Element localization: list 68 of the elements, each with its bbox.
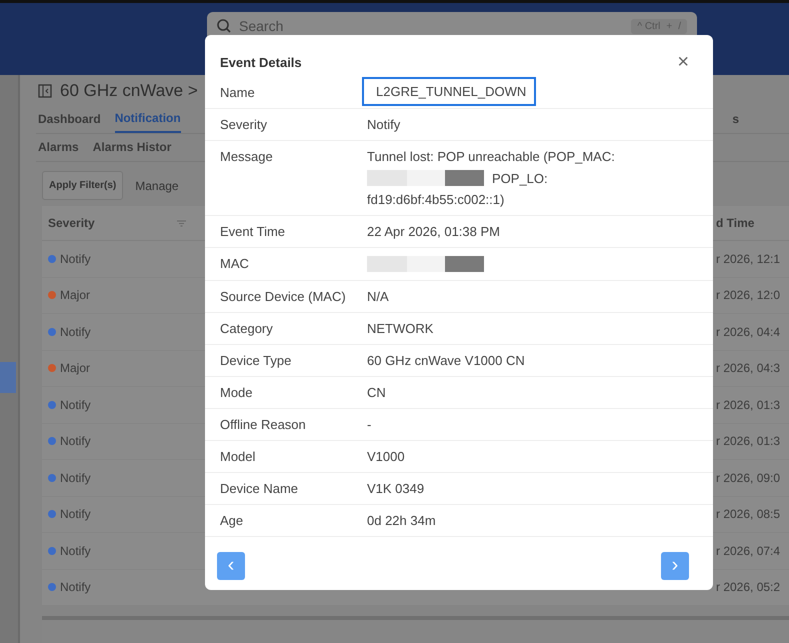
field-label: Age <box>220 513 244 528</box>
sidebar-item[interactable] <box>0 362 16 393</box>
field-label: Model <box>220 449 256 464</box>
field-value: POP_LO: <box>492 170 548 186</box>
field-value: V1K 0349 <box>367 481 424 496</box>
field-label: Event Time <box>220 224 286 239</box>
field-value: Tunnel lost: POP unreachable (POP_MAC: <box>367 149 615 164</box>
field-label: MAC <box>220 256 250 271</box>
tab[interactable]: Dashboard <box>38 106 101 132</box>
field-value: CN <box>367 385 386 400</box>
dialog-title: Event Details <box>220 54 302 70</box>
tab[interactable]: s <box>732 112 739 126</box>
collapse-icon[interactable] <box>38 84 52 98</box>
previous-button[interactable]: ‹ <box>217 552 245 580</box>
severity-text: Notify <box>60 544 91 558</box>
severity-text: Major <box>60 361 90 376</box>
field-label: Severity <box>220 117 268 132</box>
subtab[interactable]: Alarms <box>38 140 79 154</box>
severity-text: Notify <box>60 252 91 266</box>
table-cell-text: r 2026, 05:2 <box>716 580 782 594</box>
field-label: Device Type <box>220 353 292 368</box>
field-label: Category <box>220 321 274 336</box>
field-value: V1000 <box>367 449 405 464</box>
field-label: Message <box>220 149 274 164</box>
severity-text: Notify <box>60 580 91 594</box>
severity-text: Notify <box>60 470 91 485</box>
table-cell-text: r 2026, 08:5 <box>716 507 782 522</box>
search-field[interactable]: Search <box>239 14 624 38</box>
field-value: 60 GHz cnWave V1000 CN <box>367 353 525 368</box>
table-cell-text: r 2026, 12:1 <box>716 252 782 266</box>
severity-text: Notify <box>60 398 91 412</box>
field-value: 0d 22h 34m <box>367 513 436 528</box>
column-header: Severity <box>48 216 95 230</box>
field-value: N/A <box>367 289 389 304</box>
table-cell-text: r 2026, 09:0 <box>716 470 782 485</box>
table-cell-text: r 2026, 01:3 <box>716 398 782 412</box>
field-value: NETWORK <box>367 321 434 336</box>
severity-text: Notify <box>60 507 91 522</box>
field-value: Notify <box>367 117 400 132</box>
page-title: 60 GHz cnWave > <box>60 81 198 102</box>
tab[interactable]: Notification <box>114 105 181 134</box>
shortcut-key: / <box>678 20 681 32</box>
field-label: Mode <box>220 385 254 400</box>
field-label: Device Name <box>220 481 300 496</box>
severity-text: Notify <box>60 434 91 448</box>
apply-filter-button[interactable]: Apply Filter(s) <box>42 171 124 200</box>
subtab[interactable]: Alarms Histor <box>92 140 172 154</box>
field-value: - <box>367 417 372 432</box>
table-cell-text: r 2026, 12:0 <box>716 288 782 302</box>
field-value: fd19:d6bf:4b55:c002::1) <box>367 192 504 207</box>
table-cell-text: r 2026, 01:3 <box>716 434 782 448</box>
field-value: L2GRE_TUNNEL_DOWN <box>376 84 526 99</box>
close-button[interactable]: × <box>675 52 691 72</box>
severity-text: Major <box>60 288 90 302</box>
manage-link[interactable]: Manage <box>135 178 179 193</box>
filter-icon[interactable] <box>177 220 186 227</box>
field-label: Source Device (MAC) <box>220 289 347 304</box>
column-header: d Time <box>716 216 756 230</box>
severity-text: Notify <box>60 324 91 339</box>
table-cell-text: r 2026, 04:3 <box>716 361 782 376</box>
field-label: Offline Reason <box>220 417 307 432</box>
field-value: 22 Apr 2026, 01:38 PM <box>367 224 500 239</box>
table-cell-text: r 2026, 07:4 <box>716 544 782 558</box>
table-cell-text: r 2026, 04:4 <box>716 324 782 339</box>
search-icon <box>217 19 231 33</box>
next-button[interactable]: › <box>661 552 689 580</box>
field-label: Name <box>220 85 256 100</box>
shortcut-key: + <box>666 20 672 32</box>
